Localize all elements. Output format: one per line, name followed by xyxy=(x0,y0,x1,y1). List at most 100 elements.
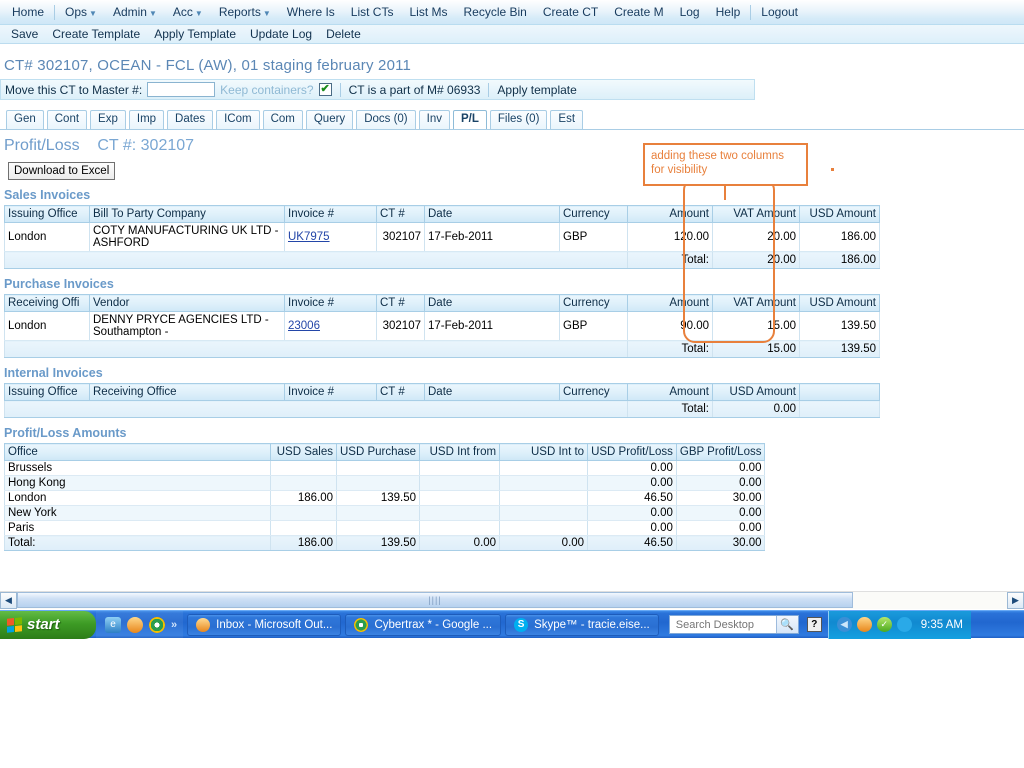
col-usd-purchase[interactable]: USD Purchase xyxy=(335,443,421,461)
menu-item-admin[interactable]: Admin ▼ xyxy=(105,2,165,23)
outlook-icon[interactable] xyxy=(127,616,143,633)
col-usd-int-from[interactable]: USD Int from xyxy=(419,443,501,461)
col-usd-sales[interactable]: USD Sales xyxy=(270,443,337,461)
col-receiving-office[interactable]: Receiving Office xyxy=(89,383,285,401)
tab-gen[interactable]: Gen xyxy=(6,110,44,129)
action-apply-template[interactable]: Apply Template xyxy=(147,26,243,42)
purchase-invoices-heading: Purchase Invoices xyxy=(4,277,114,291)
search-icon[interactable]: 🔍 xyxy=(775,616,798,633)
apply-template-link[interactable]: Apply template xyxy=(497,83,576,97)
col-amount[interactable]: Amount xyxy=(627,383,713,401)
tab-files[interactable]: Files (0) xyxy=(489,110,548,129)
tab-docs[interactable]: Docs (0) xyxy=(356,110,416,129)
tab-cont[interactable]: Cont xyxy=(46,110,88,129)
internet-explorer-icon[interactable]: e xyxy=(105,616,121,633)
taskbar-button-outlook[interactable]: Inbox - Microsoft Out... xyxy=(187,613,342,636)
tray-outlook-icon[interactable] xyxy=(856,617,872,632)
tray-skype-icon[interactable] xyxy=(896,617,912,632)
table-row[interactable]: London 186.00 139.50 46.50 30.00 xyxy=(4,490,766,506)
tab-profit-loss[interactable]: P/L xyxy=(452,110,487,129)
menu-item-help[interactable]: Help xyxy=(708,2,749,23)
action-update-log[interactable]: Update Log xyxy=(243,26,319,42)
table-row[interactable]: Hong Kong 0.00 0.00 xyxy=(4,475,766,491)
tab-icom[interactable]: ICom xyxy=(216,110,260,129)
scroll-right-button[interactable]: ▶ xyxy=(1007,591,1024,609)
chrome-icon[interactable] xyxy=(149,616,165,633)
col-vendor[interactable]: Vendor xyxy=(89,294,285,312)
menu-item-logout[interactable]: Logout xyxy=(753,2,806,23)
col-office[interactable]: Office xyxy=(4,443,271,461)
action-create-template[interactable]: Create Template xyxy=(45,26,147,42)
col-invoice-number[interactable]: Invoice # xyxy=(284,294,377,312)
keep-containers-label: Keep containers? xyxy=(220,82,314,97)
col-currency[interactable]: Currency xyxy=(559,205,628,223)
scroll-left-button[interactable]: ◀ xyxy=(0,591,17,609)
tab-exp[interactable]: Exp xyxy=(90,110,126,129)
menu-item-reports[interactable]: Reports ▼ xyxy=(211,2,279,23)
cell-invoice-number: 23006 xyxy=(284,311,377,341)
invoice-link[interactable]: UK7975 xyxy=(288,231,330,243)
col-date[interactable]: Date xyxy=(424,294,560,312)
col-currency[interactable]: Currency xyxy=(559,383,628,401)
col-ct-number[interactable]: CT # xyxy=(376,383,425,401)
horizontal-scrollbar[interactable]: ◀ |||| ▶ xyxy=(0,591,1024,609)
total-usd-sales: 186.00 xyxy=(270,535,337,551)
tab-imp[interactable]: Imp xyxy=(128,110,165,129)
tab-inv[interactable]: Inv xyxy=(418,110,450,129)
col-issuing-office[interactable]: Issuing Office xyxy=(4,205,90,223)
col-currency[interactable]: Currency xyxy=(559,294,628,312)
menu-item-where-is[interactable]: Where Is xyxy=(279,2,343,23)
master-number-input[interactable] xyxy=(147,82,216,97)
taskbar-clock[interactable]: 9:35 AM xyxy=(921,619,963,631)
menu-item-log[interactable]: Log xyxy=(672,2,708,23)
keep-containers-checkbox[interactable]: ✔ xyxy=(318,83,332,96)
search-input[interactable] xyxy=(673,617,770,632)
menu-item-create-ct[interactable]: Create CT xyxy=(535,2,606,23)
taskbar-button-skype[interactable]: S Skype™ - tracie.eise... xyxy=(505,613,659,636)
col-receiving-office[interactable]: Receiving Offi xyxy=(4,294,90,312)
action-save[interactable]: Save xyxy=(4,26,45,42)
menu-item-ops[interactable]: Ops ▼ xyxy=(57,2,105,23)
table-row[interactable]: New York 0.00 0.00 xyxy=(4,505,766,521)
menu-item-list-ms[interactable]: List Ms xyxy=(401,2,455,23)
action-delete[interactable]: Delete xyxy=(319,26,368,42)
tab-dates[interactable]: Dates xyxy=(167,110,214,129)
menu-item-acc[interactable]: Acc ▼ xyxy=(165,2,211,23)
menu-item-create-m[interactable]: Create M xyxy=(606,2,671,23)
tab-est[interactable]: Est xyxy=(550,110,584,129)
col-usd-int-to[interactable]: USD Int to xyxy=(499,443,589,461)
table-row[interactable]: Brussels 0.00 0.00 xyxy=(4,460,766,476)
tab-com[interactable]: Com xyxy=(262,110,303,129)
col-bill-to-party[interactable]: Bill To Party Company xyxy=(89,205,285,223)
menu-item-home[interactable]: Home xyxy=(4,2,52,23)
total-usd-profit-loss: 46.50 xyxy=(587,535,677,551)
col-gbp-profit-loss[interactable]: GBP Profit/Loss xyxy=(675,443,766,461)
help-icon[interactable]: ? xyxy=(806,617,822,632)
menu-item-recycle-bin[interactable]: Recycle Bin xyxy=(456,2,535,23)
scrollbar-thumb[interactable]: |||| xyxy=(17,591,853,608)
tab-query[interactable]: Query xyxy=(305,110,354,129)
scrollbar-track[interactable]: |||| xyxy=(17,591,1007,609)
col-invoice-number[interactable]: Invoice # xyxy=(284,383,377,401)
start-button[interactable]: start xyxy=(0,610,96,639)
download-to-excel-button[interactable]: Download to Excel xyxy=(8,162,116,180)
show-hidden-icons-icon[interactable]: ◀ xyxy=(836,617,852,632)
col-issuing-office[interactable]: Issuing Office xyxy=(4,383,90,401)
quick-launch-more-icon[interactable]: » xyxy=(171,619,177,631)
tray-antivirus-icon[interactable]: ✓ xyxy=(876,617,892,632)
col-ct-number[interactable]: CT # xyxy=(376,294,425,312)
menu-item-list-cts[interactable]: List CTs xyxy=(343,2,402,23)
col-usd-amount[interactable]: USD Amount xyxy=(799,205,880,223)
col-usd-profit-loss[interactable]: USD Profit/Loss xyxy=(587,443,677,461)
spacer xyxy=(0,44,1024,54)
invoice-link[interactable]: 23006 xyxy=(288,320,320,332)
col-usd-amount[interactable]: USD Amount xyxy=(712,383,800,401)
table-row[interactable]: Paris 0.00 0.00 xyxy=(4,520,766,536)
col-ct-number[interactable]: CT # xyxy=(376,205,425,223)
col-date[interactable]: Date xyxy=(424,205,560,223)
col-invoice-number[interactable]: Invoice # xyxy=(284,205,377,223)
col-usd-amount[interactable]: USD Amount xyxy=(799,294,880,312)
taskbar-button-chrome[interactable]: Cybertrax * - Google ... xyxy=(345,613,502,636)
search-desktop-box[interactable]: 🔍 xyxy=(668,615,799,634)
col-date[interactable]: Date xyxy=(424,383,560,401)
